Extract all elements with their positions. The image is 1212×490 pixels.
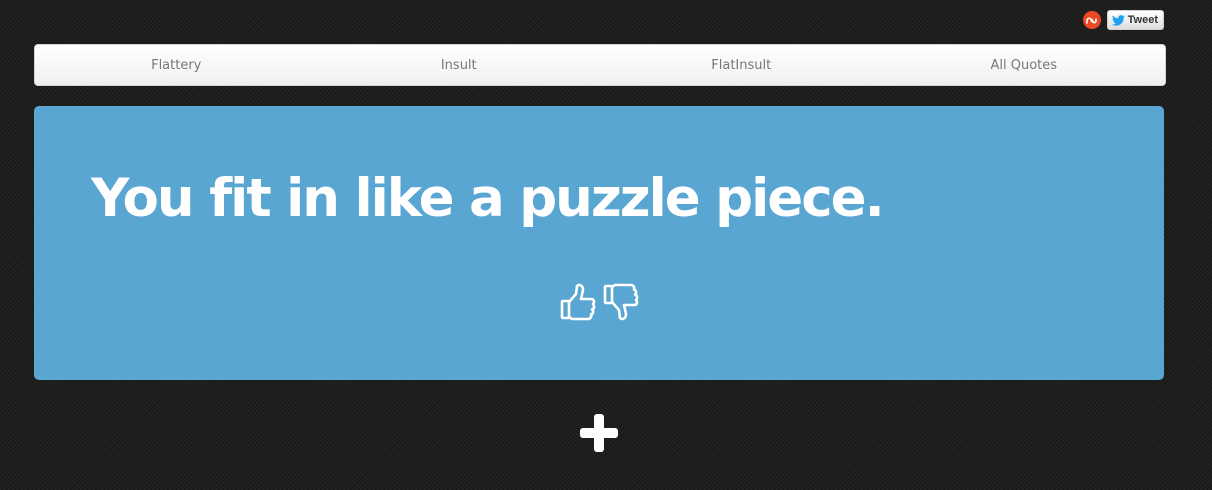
plus-icon[interactable] xyxy=(579,413,619,453)
twitter-bird-icon xyxy=(1111,14,1125,26)
thumbs-down-icon[interactable] xyxy=(602,282,639,322)
vote-buttons xyxy=(559,282,639,322)
tweet-button[interactable]: Tweet xyxy=(1106,10,1164,30)
nav-bar: Flattery Insult FlatInsult All Quotes xyxy=(34,44,1166,86)
stumbleupon-button[interactable] xyxy=(1082,11,1101,29)
nav-item-insult[interactable]: Insult xyxy=(318,45,601,85)
share-bar: Tweet xyxy=(1082,10,1164,30)
nav-item-flatinsult[interactable]: FlatInsult xyxy=(600,45,883,85)
nav-item-flattery[interactable]: Flattery xyxy=(35,45,318,85)
quote-text: You fit in like a puzzle piece. xyxy=(91,168,885,229)
stumbleupon-icon xyxy=(1085,17,1097,24)
thumbs-up-icon[interactable] xyxy=(559,282,596,322)
quote-card: You fit in like a puzzle piece. xyxy=(34,106,1164,380)
nav-item-all-quotes[interactable]: All Quotes xyxy=(883,45,1166,85)
tweet-label: Tweet xyxy=(1127,14,1158,26)
